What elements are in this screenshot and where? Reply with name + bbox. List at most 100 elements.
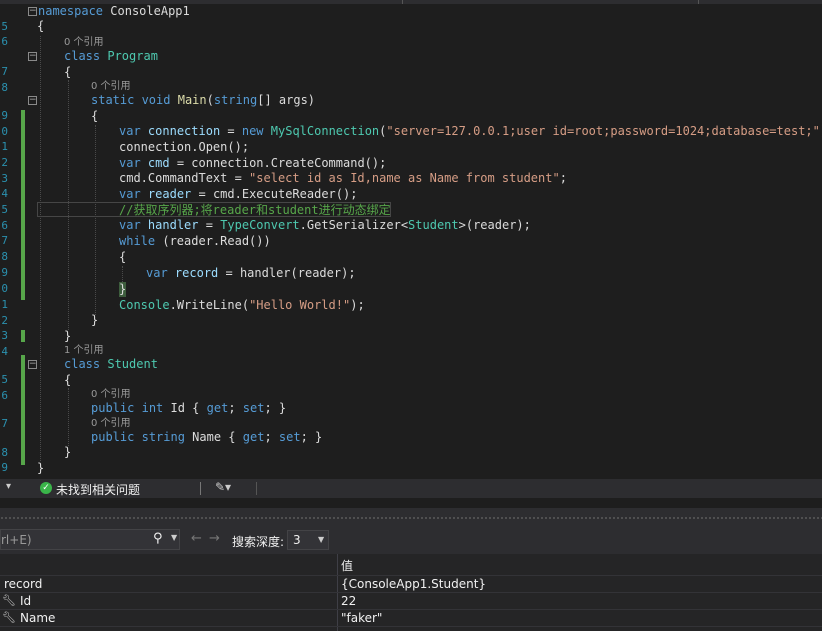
code-lens-references[interactable]: 0 个引用 bbox=[64, 36, 104, 49]
code-line[interactable]: 0 { bbox=[0, 109, 822, 138]
code-line[interactable]: 3 } bbox=[0, 313, 822, 342]
chevron-down-icon[interactable]: ▼ bbox=[171, 533, 177, 542]
string-literal: "Hello World!" bbox=[249, 298, 351, 312]
table-row[interactable]: record {ConsoleApp1.Student} bbox=[0, 576, 822, 593]
brace: } bbox=[37, 461, 45, 475]
variable-value[interactable]: "faker" bbox=[341, 611, 382, 625]
collapse-icon[interactable]: − bbox=[28, 360, 37, 369]
code-line[interactable]: 8 public string Name { get; set; } bbox=[0, 430, 822, 459]
keyword: int bbox=[141, 401, 164, 415]
code-text: Id { bbox=[163, 401, 207, 415]
type-name: TypeConvert bbox=[220, 218, 300, 232]
search-depth-value: 3 bbox=[293, 533, 301, 547]
operator: = bbox=[220, 124, 242, 138]
code-line[interactable]: 9 − static void Main(string[] args) bbox=[0, 93, 822, 122]
code-line[interactable]: 5 var reader = cmd.ExecuteReader(); bbox=[0, 187, 822, 216]
string-literal: "server=127.0.0.1;user id=root;password=… bbox=[386, 124, 820, 138]
type-name: Console bbox=[119, 298, 170, 312]
code-line[interactable]: 2 connection.Open(); bbox=[0, 140, 822, 169]
code-text: .WriteLine( bbox=[169, 298, 250, 312]
comment: //获取序列器;将reader和student进行动态绑定 bbox=[119, 203, 391, 217]
code-line[interactable]: 3 var cmd = connection.CreateCommand(); bbox=[0, 156, 822, 185]
identifier: handler bbox=[147, 218, 199, 232]
code-line[interactable]: 4 } bbox=[0, 329, 822, 358]
brace: { bbox=[64, 65, 72, 79]
code-editor[interactable]: 5 − namespace ConsoleApp1 6 { 0 个引用 7 − … bbox=[0, 0, 822, 479]
brace: { bbox=[119, 250, 127, 264]
search-icon[interactable]: ⚲ bbox=[153, 531, 163, 546]
variable-value[interactable]: 22 bbox=[341, 594, 356, 608]
code-line[interactable]: 4 cmd.CommandText = "select id as Id,nam… bbox=[0, 171, 822, 200]
search-depth-select[interactable]: 3 ▼ bbox=[287, 530, 329, 550]
code-line[interactable]: 1 } bbox=[0, 282, 822, 311]
search-placeholder: rl+E) bbox=[1, 533, 32, 547]
watch-toolbar: rl+E) ⚲ ▼ ← → 搜索深度: 3 ▼ bbox=[0, 528, 822, 554]
keyword: namespace bbox=[38, 4, 104, 18]
line-number: 7 bbox=[1, 417, 8, 430]
dropdown-arrow-icon[interactable]: ▾ bbox=[6, 481, 11, 492]
identifier: connection bbox=[147, 124, 221, 138]
class-name: Program bbox=[107, 49, 158, 63]
code-text: >(reader); bbox=[458, 218, 531, 232]
code-text: = handler(reader); bbox=[218, 266, 356, 280]
variable-value[interactable]: {ConsoleApp1.Student} bbox=[341, 577, 486, 591]
code-line[interactable]: 1 var connection = new MySqlConnection("… bbox=[0, 124, 822, 153]
code-lens-references[interactable]: 0 个引用 bbox=[91, 417, 131, 430]
check-circle-icon: ✓ bbox=[40, 482, 52, 494]
code-text: connection.Open(); bbox=[119, 140, 250, 154]
issues-status[interactable]: 未找到相关问题 bbox=[56, 481, 140, 498]
keyword: var bbox=[146, 266, 168, 280]
code-lens-references[interactable]: 1 个引用 bbox=[64, 344, 104, 357]
line-number: 6 bbox=[1, 35, 8, 48]
code-line[interactable]: 0 } bbox=[0, 461, 822, 479]
code-line[interactable]: 5 − class Student bbox=[0, 357, 822, 386]
code-lens-references[interactable]: 0 个引用 bbox=[91, 388, 131, 401]
code-line[interactable]: 6 //获取序列器;将reader和student进行动态绑定 bbox=[0, 203, 822, 232]
code-line[interactable]: 7 − class Program bbox=[0, 49, 822, 78]
code-line[interactable]: 9 } bbox=[0, 445, 822, 474]
code-line[interactable]: 9 { bbox=[0, 250, 822, 279]
code-cleanup-icon[interactable]: ✎▾ bbox=[215, 480, 231, 494]
collapse-icon[interactable]: − bbox=[28, 52, 37, 61]
table-header: 值 bbox=[0, 554, 822, 576]
panel-splitter[interactable] bbox=[0, 498, 822, 508]
code-text: .GetSerializer< bbox=[299, 218, 409, 232]
table-row[interactable]: 🔧︎ Id 22 bbox=[0, 593, 822, 610]
code-lens-references[interactable]: 0 个引用 bbox=[91, 80, 131, 93]
keyword: var bbox=[119, 218, 141, 232]
code-text: = connection.CreateCommand(); bbox=[169, 156, 387, 170]
keyword: var bbox=[119, 124, 141, 138]
table-row[interactable]: 🔧︎ Name "faker" bbox=[0, 610, 822, 627]
collapse-icon[interactable]: − bbox=[28, 7, 37, 16]
identifier: reader bbox=[147, 187, 192, 201]
arrow-left-icon[interactable]: ← bbox=[191, 531, 202, 546]
code-line[interactable]: 8 { bbox=[0, 65, 822, 94]
collapse-icon[interactable]: − bbox=[28, 96, 37, 105]
class-name: Student bbox=[107, 357, 158, 371]
code-line[interactable]: 6 { bbox=[0, 373, 822, 402]
keyword: get bbox=[206, 401, 229, 415]
code-text: cmd.CommandText = bbox=[119, 171, 250, 185]
search-input[interactable]: rl+E) ⚲ ▼ bbox=[0, 529, 180, 550]
namespace-name: ConsoleApp1 bbox=[110, 4, 190, 18]
brace: { bbox=[37, 19, 45, 33]
chevron-down-icon: ▼ bbox=[318, 535, 325, 544]
code-line[interactable]: 6 { bbox=[0, 19, 822, 48]
arrow-right-icon[interactable]: → bbox=[209, 531, 220, 546]
string-literal: "select id as Id,name as Name from stude… bbox=[249, 171, 560, 185]
value-column-header[interactable]: 值 bbox=[341, 557, 353, 574]
brace: { bbox=[91, 109, 99, 123]
code-line[interactable]: 0 var record = handler(reader); bbox=[0, 266, 822, 295]
code-line[interactable]: 2 Console.WriteLine("Hello World!"); bbox=[0, 298, 822, 327]
panel-title-bar[interactable] bbox=[0, 508, 822, 528]
keyword: new bbox=[241, 124, 264, 138]
method-name: Main bbox=[177, 93, 207, 107]
code-line[interactable]: 5 − namespace ConsoleApp1 bbox=[0, 4, 822, 33]
type-name: MySqlConnection bbox=[270, 124, 380, 138]
code-line[interactable]: 7 public int Id { get; set; } bbox=[0, 401, 822, 430]
editor-status-bar: ▾ ✓ 未找到相关问题 ✎▾ bbox=[0, 479, 822, 498]
code-line[interactable]: 7 var handler = TypeConvert.GetSerialize… bbox=[0, 218, 822, 247]
keyword: string bbox=[213, 93, 258, 107]
brace: { bbox=[64, 373, 72, 387]
code-line[interactable]: 8 while (reader.Read()) bbox=[0, 234, 822, 263]
